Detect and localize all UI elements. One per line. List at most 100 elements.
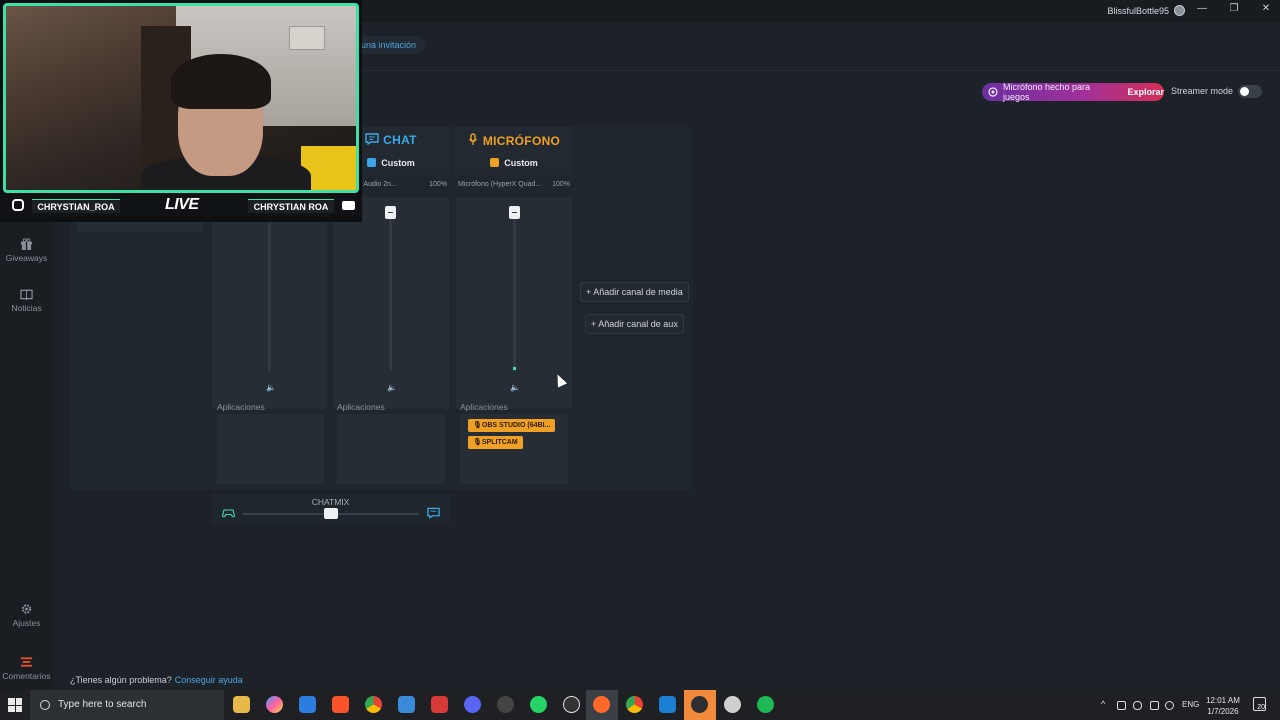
notification-center-icon[interactable]: 20 xyxy=(1253,697,1266,711)
mute-speaker-icon[interactable]: 🔈 xyxy=(266,383,276,392)
language-indicator[interactable]: ENG xyxy=(1182,700,1199,709)
sidebar-item-noticias[interactable]: Noticias xyxy=(0,288,53,313)
volume-track[interactable] xyxy=(268,211,271,371)
webcam-video xyxy=(3,3,359,193)
app-chip-obs[interactable]: 🎙OBS STUDIO (64BI... xyxy=(468,419,556,432)
webcam-person xyxy=(171,54,271,109)
mic-promo-icon xyxy=(988,87,998,97)
preset-color-swatch xyxy=(367,158,377,167)
clock[interactable]: 12:01 AM 1/7/2026 xyxy=(1198,695,1248,717)
network-icon[interactable] xyxy=(1150,701,1159,710)
restore-button[interactable]: ❐ xyxy=(1228,3,1240,14)
app-chip-label: OBS STUDIO (64BI... xyxy=(481,422,551,429)
windows-start-icon[interactable] xyxy=(8,698,22,712)
promo-explore-link[interactable]: Explorar xyxy=(1127,87,1164,97)
volume-icon[interactable] xyxy=(1165,701,1174,710)
security-shield-icon[interactable] xyxy=(398,696,415,713)
mic-level-meter xyxy=(513,367,516,370)
tray-app-icon[interactable] xyxy=(1117,701,1126,710)
sidebar-item-label: Giveaways xyxy=(5,253,48,263)
add-aux-channel-button[interactable]: + Añadir canal de aux xyxy=(585,314,684,334)
chrome-icon[interactable] xyxy=(365,696,382,713)
feedback-icon xyxy=(20,657,33,667)
promo-text: Micrófono hecho para juegos xyxy=(1002,82,1091,102)
invite-button[interactable]: una invitación xyxy=(352,36,426,54)
search-placeholder: Type here to search xyxy=(58,699,147,710)
clock-date: 1/7/2026 xyxy=(1207,707,1239,716)
taskbar-search[interactable]: Type here to search xyxy=(30,690,224,720)
minimize-button[interactable]: — xyxy=(1196,3,1208,14)
taskbar: Type here to search ^ ENG 12:01 AM 1/7/2… xyxy=(0,690,1280,720)
mic-title-text: MICRÓFONO xyxy=(482,134,561,148)
capture-app-icon[interactable] xyxy=(497,696,514,713)
streamer-mode-label: Streamer mode xyxy=(1171,86,1234,96)
device-name: Micrófono (HyperX Quad... xyxy=(458,181,542,188)
apps-dropzone[interactable] xyxy=(337,414,445,484)
promo-banner[interactable]: Micrófono hecho para juegos Explorar xyxy=(982,82,1164,102)
search-icon xyxy=(40,700,50,710)
media-player-icon[interactable] xyxy=(563,696,580,713)
get-help-link[interactable]: Conseguir ayuda xyxy=(175,675,243,685)
live-badge: LIVE xyxy=(165,196,199,213)
steelseries-gg-icon[interactable] xyxy=(593,696,610,713)
sidebar-item-ajustes[interactable]: Ajustes xyxy=(0,603,53,628)
toggle-knob xyxy=(1240,87,1249,96)
streamer-mode-toggle[interactable] xyxy=(1238,85,1262,98)
app-tf-icon[interactable] xyxy=(431,696,448,713)
sidebar-item-giveaways[interactable]: Giveaways xyxy=(0,238,53,263)
brave-browser-icon[interactable] xyxy=(332,696,349,713)
avatar xyxy=(1174,5,1185,16)
store-icon[interactable] xyxy=(299,696,316,713)
tray-chevron-icon[interactable]: ^ xyxy=(1101,699,1105,709)
chat-icon xyxy=(427,507,440,519)
chat-title-text: CHAT xyxy=(383,133,417,147)
preset-name: Custom xyxy=(381,158,415,168)
chrome-profile-icon[interactable] xyxy=(626,696,643,713)
apps-label: Aplicaciones xyxy=(217,402,265,412)
webcam-left-name: CHRYSTIAN_ROA xyxy=(32,199,120,213)
preset-selector[interactable]: Custom xyxy=(455,158,573,168)
webcam-overlay: CHRYSTIAN_ROA LIVE CHRYSTIAN ROA xyxy=(0,0,362,222)
apps-label: Aplicaciones xyxy=(460,402,508,412)
channel-microphone: MICRÓFONO Custom Micrófono (HyperX Quad.… xyxy=(455,127,573,490)
sidebar-item-comentarios[interactable]: Comentarios xyxy=(0,656,53,681)
spotify-icon[interactable] xyxy=(757,696,774,713)
mute-speaker-icon[interactable]: 🔈 xyxy=(510,383,520,392)
username: BlissfulBottle95 xyxy=(1107,5,1169,16)
volume-track[interactable] xyxy=(389,211,392,371)
whatsapp-icon[interactable] xyxy=(530,696,547,713)
help-row: ¿Tienes algún problema? Conseguir ayuda xyxy=(70,675,243,685)
gamepad-icon xyxy=(222,509,235,518)
mute-speaker-icon[interactable]: 🔈 xyxy=(387,383,397,392)
close-button[interactable]: ✕ xyxy=(1260,3,1272,14)
app-chip-splitcam[interactable]: 🎙SPLITCAM xyxy=(468,436,523,449)
volume-track[interactable] xyxy=(513,211,516,371)
apps-dropzone[interactable] xyxy=(217,414,324,484)
webcam-right-name: CHRYSTIAN ROA xyxy=(248,199,334,213)
app-chip-label: SPLITCAM xyxy=(481,439,518,446)
mouse-app-icon[interactable] xyxy=(724,696,741,713)
device-level: 100% xyxy=(429,181,447,188)
volume-thumb[interactable] xyxy=(509,206,520,219)
gear-icon xyxy=(21,604,32,614)
microphone-tray-icon[interactable] xyxy=(1133,701,1142,710)
obs-studio-icon[interactable] xyxy=(691,696,708,713)
webcam-name-bar: CHRYSTIAN_ROA LIVE CHRYSTIAN ROA xyxy=(0,195,362,217)
file-explorer-icon[interactable] xyxy=(233,696,250,713)
chatmix-control: CHATMIX xyxy=(211,493,450,524)
discord-icon[interactable] xyxy=(464,696,481,713)
user-account[interactable]: BlissfulBottle95 xyxy=(1107,5,1185,16)
instagram-icon xyxy=(12,199,24,211)
add-media-channel-button[interactable]: + Añadir canal de media xyxy=(580,282,689,302)
app-window-icon[interactable] xyxy=(659,696,676,713)
copilot-icon[interactable] xyxy=(266,696,283,713)
device-level: 100% xyxy=(552,181,570,188)
chatmix-thumb[interactable] xyxy=(324,508,338,519)
volume-thumb[interactable] xyxy=(385,206,396,219)
device-row[interactable]: Micrófono (HyperX Quad... 100% xyxy=(458,181,570,188)
preset-color-swatch xyxy=(490,158,500,167)
sidebar-item-label: Ajustes xyxy=(12,618,41,628)
notification-count: 20 xyxy=(1257,704,1265,711)
sidebar-item-label: Noticias xyxy=(11,303,42,313)
chat-icon xyxy=(365,133,379,146)
